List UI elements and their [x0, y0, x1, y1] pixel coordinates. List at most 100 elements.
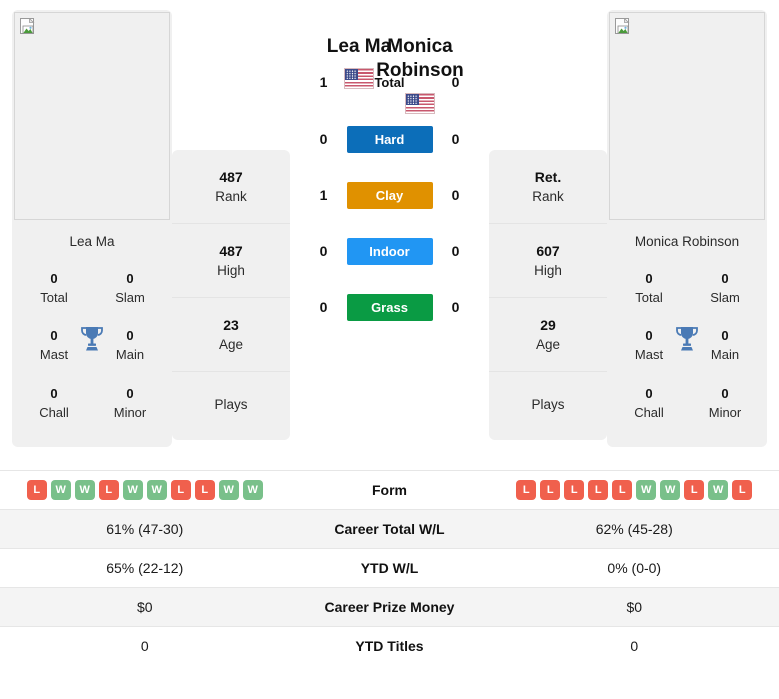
form-badge-loss: L: [540, 480, 561, 500]
form-badge-win: W: [218, 480, 239, 500]
form-badge-loss: L: [732, 480, 753, 500]
us-flag-icon: [405, 92, 435, 114]
form-badge-loss: L: [612, 480, 633, 500]
comparison-top-area: Lea Ma 0 Total 0 Slam 0 Mast 0 Main 0 Ch…: [0, 0, 779, 470]
h2h-left-score: 1: [319, 187, 328, 203]
right-titles-minor: 0 Minor: [708, 385, 742, 420]
left-player-photo: [14, 12, 170, 220]
form-badge-win: W: [242, 480, 263, 500]
right-titles-main: 0 Main: [710, 328, 740, 363]
right-titles-total: 0 Total: [635, 271, 663, 305]
left-titles-grid: 0 Total 0 Slam 0 Mast 0 Main 0 Chall 0 M…: [12, 261, 172, 447]
left-value-cell: 65% (22-12): [106, 560, 184, 576]
form-badge-win: W: [146, 480, 167, 500]
h2h-right-score: 0: [451, 243, 460, 259]
left-titles-row-2: 0 Mast 0 Main: [18, 318, 166, 375]
left-value-cell: LWWLWWLLWW: [0, 471, 290, 510]
right-titles-grid: 0 Total 0 Slam 0 Mast 0 Main 0 Chall 0 M…: [607, 261, 767, 447]
right-player-panel: Monica Robinson 0 Total 0 Slam 0 Mast 0 …: [607, 10, 767, 448]
broken-image-icon: [20, 17, 37, 35]
right-titles-row-2: 0 Mast 0 Main: [613, 318, 761, 375]
left-titles-slam: 0 Slam: [115, 271, 145, 305]
form-badge-win: W: [122, 480, 143, 500]
right-titles-row-3: 0 Chall 0 Minor: [613, 376, 761, 433]
right-value-cell: $0: [626, 599, 643, 615]
left-titles-minor: 0 Minor: [113, 385, 147, 420]
table-row: $0 Career Prize Money $0: [0, 587, 779, 627]
h2h-row-clay: 1 Clay 0: [290, 181, 489, 209]
left-rank-cell: 487 Rank: [172, 150, 290, 224]
form-badge-win: W: [708, 480, 729, 500]
form-badge-loss: L: [26, 480, 47, 500]
form-badge-win: W: [660, 480, 681, 500]
right-player-header: Monica Robinson: [345, 35, 495, 114]
form-badge-loss: L: [564, 480, 585, 500]
form-badge-loss: L: [170, 480, 191, 500]
form-badge-win: W: [74, 480, 95, 500]
h2h-row-indoor: 0 Indoor 0: [290, 237, 489, 265]
right-titles-mast: 0 Mast: [634, 328, 664, 363]
right-stat-column: Ret. Rank 607 High 29 Age Plays: [489, 150, 607, 440]
left-age-cell: 23 Age: [172, 298, 290, 372]
left-player-panel: Lea Ma 0 Total 0 Slam 0 Mast 0 Main 0 Ch…: [12, 10, 172, 448]
h2h-row-hard: 0 Hard 0: [290, 125, 489, 153]
left-plays-cell: Plays: [214, 396, 248, 412]
table-row: 0 YTD Titles 0: [0, 626, 779, 665]
left-value-cell: $0: [136, 599, 153, 615]
h2h-surface-label-indoor[interactable]: Indoor: [346, 237, 433, 265]
right-titles-slam: 0 Slam: [710, 271, 740, 305]
form-badge-win: W: [50, 480, 71, 500]
player-comparison-page: Lea Ma 0 Total 0 Slam 0 Mast 0 Main 0 Ch…: [0, 0, 779, 699]
h2h-right-score: 0: [451, 131, 460, 147]
right-value-cell: 62% (45-28): [595, 521, 673, 537]
right-titles-row-1: 0 Total 0 Slam: [613, 261, 761, 318]
stat-label-cell: Career Total W/L: [334, 521, 445, 537]
form-badge-loss: L: [684, 480, 705, 500]
left-titles-row-3: 0 Chall 0 Minor: [18, 376, 166, 433]
form-badge-loss: L: [516, 480, 537, 500]
right-rank-cell: Ret. Rank: [489, 150, 607, 224]
h2h-surface-label-clay[interactable]: Clay: [346, 181, 433, 209]
left-stat-column: 487 Rank 487 High 23 Age Plays: [172, 150, 290, 440]
right-panel-player-name: Monica Robinson: [634, 234, 740, 249]
h2h-row-grass: 0 Grass 0: [290, 293, 489, 321]
table-row: 65% (22-12) YTD W/L 0% (0-0): [0, 548, 779, 588]
left-titles-total: 0 Total: [40, 271, 68, 305]
head-to-head-column: Lea Ma Monica Robinson 1 Total 0 0 Hard 0 1 Cla…: [290, 10, 489, 349]
form-badge-loss: L: [588, 480, 609, 500]
right-value-cell: LLLLLWWLWL: [490, 471, 779, 510]
right-value-cell: 0: [630, 638, 639, 654]
table-row: L W W L W W L L W W Form L L L L L W W L W L: [0, 470, 779, 510]
left-titles-row-1: 0 Total 0 Slam: [18, 261, 166, 318]
right-titles-chall: 0 Chall: [634, 385, 664, 420]
h2h-surface-label-hard[interactable]: Hard: [346, 125, 433, 153]
stat-label-cell: YTD W/L: [360, 560, 419, 576]
form-badge-loss: L: [98, 480, 119, 500]
comparison-stats-table: L W W L W W L L W W Form L L L L L W W L W L 61% (47-30) Caree…: [0, 470, 779, 665]
right-plays-cell: Plays: [531, 396, 565, 412]
h2h-surface-label-grass[interactable]: Grass: [346, 293, 433, 321]
right-high-cell: 607 High: [489, 224, 607, 298]
left-titles-mast: 0 Mast: [39, 328, 69, 363]
left-form-badges: LWWLWWLLWW: [8, 480, 282, 500]
left-high-cell: 487 High: [172, 224, 290, 298]
h2h-right-score: 0: [451, 187, 460, 203]
form-badge-loss: L: [194, 480, 215, 500]
left-value-cell: 0: [140, 638, 149, 654]
h2h-right-score: 0: [451, 299, 460, 315]
left-titles-chall: 0 Chall: [39, 385, 69, 420]
left-panel-player-name: Lea Ma: [69, 234, 115, 249]
h2h-left-score: 0: [319, 299, 328, 315]
stat-label-cell: Form: [372, 482, 407, 498]
stat-label-cell: Career Prize Money: [324, 599, 455, 615]
h2h-left-score: 0: [319, 243, 328, 259]
h2h-left-score: 0: [319, 131, 328, 147]
right-age-cell: 29 Age: [489, 298, 607, 372]
stat-label-cell: YTD Titles: [355, 638, 424, 654]
left-titles-main: 0 Main: [115, 328, 145, 363]
table-row: 61% (47-30) Career Total W/L 62% (45-28): [0, 509, 779, 549]
right-value-cell: 0% (0-0): [607, 560, 662, 576]
left-value-cell: 61% (47-30): [106, 521, 184, 537]
right-form-badges: LLLLLWWLWL: [498, 480, 772, 500]
form-badge-win: W: [636, 480, 657, 500]
